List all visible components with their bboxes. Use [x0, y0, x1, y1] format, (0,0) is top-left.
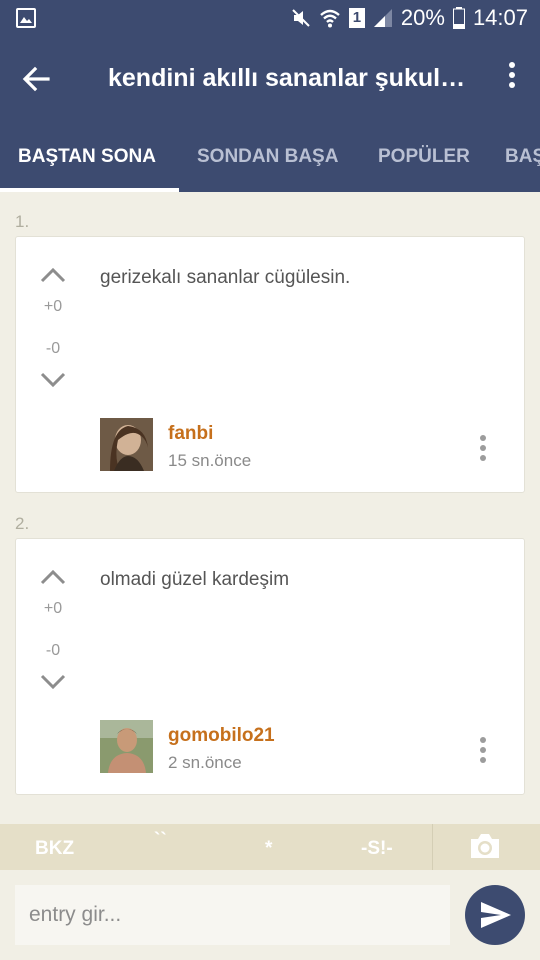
page-title: kendini akıllı sananlar şukul…	[108, 64, 466, 92]
sim-slot-icon: 1	[348, 8, 365, 28]
entry-text: olmadi güzel kardeşim	[100, 569, 290, 590]
entry-more-options-icon[interactable]	[476, 737, 490, 767]
entry-number: 1.	[15, 212, 30, 231]
back-arrow-icon[interactable]	[20, 63, 52, 95]
author-avatar[interactable]	[100, 720, 153, 773]
spoiler-button[interactable]: -S!-	[361, 824, 393, 870]
downvote-count: -0	[45, 340, 61, 357]
tab-bas[interactable]: BAŞ	[505, 122, 540, 192]
tab-bastan-sona[interactable]: BAŞTAN SONA	[18, 122, 156, 192]
entry-card: +0 -0 gerizekalı sananlar cügülesin. fan…	[15, 236, 525, 493]
clock: 14:07	[472, 5, 528, 30]
tab-bar: BAŞTAN SONA SONDAN BAŞA POPÜLER BAŞ	[0, 122, 540, 192]
mute-icon	[292, 9, 310, 27]
entry-time: 2 sn.önce	[168, 753, 242, 772]
wifi-icon	[320, 9, 340, 28]
upvote-count: +0	[43, 600, 63, 617]
send-icon	[481, 902, 511, 928]
entry-text: gerizekalı sananlar cügülesin.	[100, 267, 351, 288]
overflow-menu-icon[interactable]	[506, 62, 518, 96]
signal-icon	[373, 9, 392, 27]
entry-more-options-icon[interactable]	[476, 435, 490, 465]
camera-icon[interactable]	[469, 832, 501, 860]
formatting-toolbar: BKZ `` * -S!-	[0, 824, 540, 870]
entry-card: +0 -0 olmadi güzel kardeşim gomobilo21 2…	[15, 538, 525, 795]
battery-percent: 20%	[400, 5, 445, 30]
entry-number: 2.	[15, 514, 30, 533]
upvote-chevron-icon[interactable]	[40, 569, 66, 585]
upvote-chevron-icon[interactable]	[40, 267, 66, 283]
tab-sondan-basa[interactable]: SONDAN BAŞA	[197, 122, 338, 192]
author-name[interactable]: gomobilo21	[168, 725, 275, 747]
author-avatar[interactable]	[100, 418, 153, 471]
entry-input[interactable]	[15, 885, 450, 945]
gallery-notification-icon	[16, 8, 36, 28]
author-name[interactable]: fanbi	[168, 423, 213, 445]
backtick-button[interactable]: ``	[154, 816, 167, 862]
downvote-count: -0	[45, 642, 61, 659]
status-bar: 1 20% 14:07	[0, 0, 540, 36]
active-tab-indicator	[0, 188, 179, 192]
downvote-chevron-icon[interactable]	[40, 372, 66, 388]
battery-icon	[452, 7, 465, 29]
star-button[interactable]: *	[265, 824, 272, 870]
send-button[interactable]	[465, 885, 525, 945]
toolbar-divider	[432, 824, 433, 870]
bkz-button[interactable]: BKZ	[35, 824, 74, 870]
downvote-chevron-icon[interactable]	[40, 674, 66, 690]
app-bar: kendini akıllı sananlar şukul…	[0, 36, 540, 122]
entry-time: 15 sn.önce	[168, 451, 252, 470]
entry-input-bar	[0, 870, 540, 960]
upvote-count: +0	[43, 298, 63, 315]
tab-populer[interactable]: POPÜLER	[378, 122, 470, 192]
